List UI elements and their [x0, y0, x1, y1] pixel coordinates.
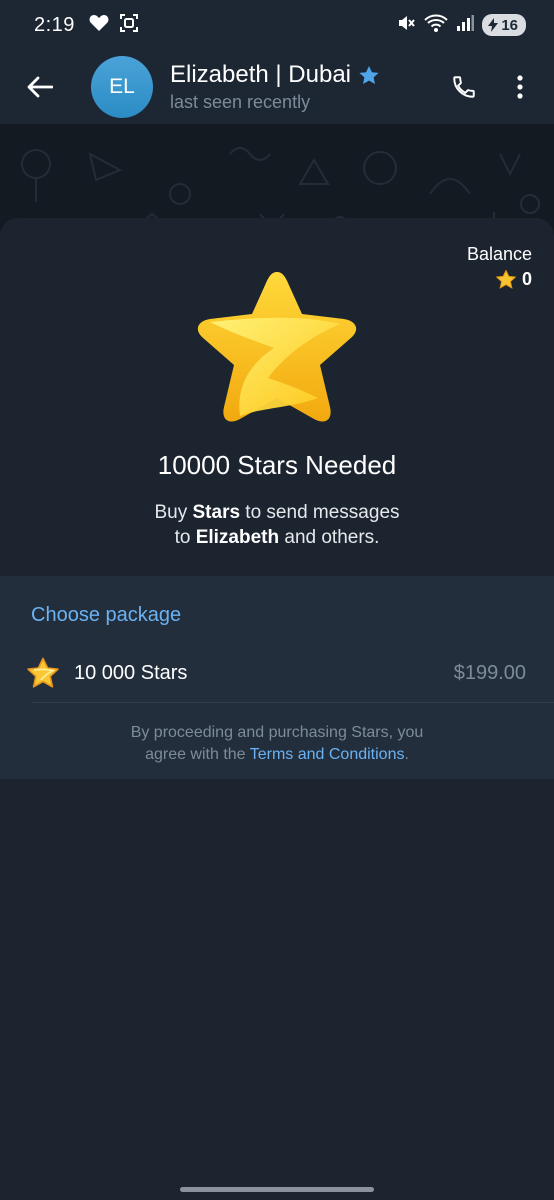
- subtitle-line-1: Buy Stars to send messages: [0, 500, 554, 525]
- mute-icon: [396, 13, 416, 38]
- package-price: $199.00: [453, 661, 526, 684]
- more-button[interactable]: [494, 57, 546, 117]
- subtitle-bold-recipient: Elizabeth: [195, 527, 280, 548]
- stars-hero-icon: [197, 272, 357, 422]
- header-actions: [434, 57, 554, 117]
- more-vertical-icon: [517, 75, 523, 99]
- battery-indicator: 16: [482, 14, 526, 36]
- package-option[interactable]: 10 000 Stars $199.00: [0, 646, 554, 700]
- subtitle-bold-stars: Stars: [192, 502, 241, 523]
- divider: [31, 702, 554, 703]
- star-icon: [27, 657, 59, 688]
- stars-needed-sheet: Balance 0 10000 Stars Needed Buy Stars t…: [0, 218, 554, 1200]
- premium-star-icon: [359, 65, 379, 84]
- terms-line-1: By proceeding and purchasing Stars, you: [130, 724, 424, 741]
- subtitle-line-2: to Elizabeth and others.: [0, 525, 554, 550]
- terms-line-2: agree with the Terms and Conditions.: [0, 744, 554, 766]
- package-panel: Choose package 10 000 Stars $199.00 By p…: [0, 576, 554, 779]
- star-icon: [495, 270, 516, 289]
- terms-text: agree with the: [145, 746, 250, 763]
- balance-value: 0: [521, 269, 532, 289]
- back-button[interactable]: [0, 50, 80, 124]
- stars-needed-subtitle: Buy Stars to send messages to Elizabeth …: [0, 500, 554, 550]
- balance-label: Balance: [466, 244, 532, 264]
- peer-name-row: Elizabeth | Dubai: [170, 61, 379, 89]
- call-button[interactable]: [434, 57, 494, 117]
- terms-notice: By proceeding and purchasing Stars, you …: [0, 722, 554, 766]
- peer-status: last seen recently: [170, 92, 311, 112]
- status-bar: 2:19 16: [0, 0, 554, 50]
- choose-package-heading: Choose package: [31, 604, 182, 626]
- package-label: 10 000 Stars: [74, 661, 188, 684]
- avatar[interactable]: EL: [91, 56, 153, 118]
- stars-needed-title: 10000 Stars Needed: [157, 450, 397, 480]
- chat-header: EL Elizabeth | Dubai last seen recently: [0, 50, 554, 124]
- home-indicator[interactable]: [180, 1187, 374, 1192]
- subtitle-text: Buy: [154, 502, 193, 523]
- subtitle-text: and others.: [279, 527, 380, 548]
- screen: 2:19 16 EL Elizabeth | Dubai last seen r…: [0, 0, 554, 1200]
- avatar-initials: EL: [109, 75, 135, 98]
- peer-info[interactable]: Elizabeth | Dubai last seen recently: [170, 61, 379, 113]
- balance-block: Balance 0: [467, 244, 532, 290]
- terms-text: .: [404, 746, 409, 763]
- heart-icon: [89, 14, 109, 37]
- phone-icon: [453, 76, 475, 98]
- back-arrow-icon: [27, 76, 53, 98]
- status-notification-icons: [89, 13, 139, 38]
- peer-name: Elizabeth | Dubai: [170, 61, 352, 88]
- balance-row: 0: [467, 269, 532, 290]
- subtitle-text: to send messages: [240, 502, 400, 523]
- terms-link[interactable]: Terms and Conditions: [250, 746, 405, 763]
- battery-level: 16: [501, 16, 518, 34]
- status-right-icons: 16: [396, 13, 526, 38]
- status-time: 2:19: [34, 13, 75, 36]
- wifi-icon: [424, 13, 449, 38]
- screenshot-icon: [119, 13, 139, 38]
- charging-bolt-icon: [488, 18, 499, 32]
- signal-icon: [456, 14, 475, 37]
- subtitle-text: to: [174, 527, 196, 548]
